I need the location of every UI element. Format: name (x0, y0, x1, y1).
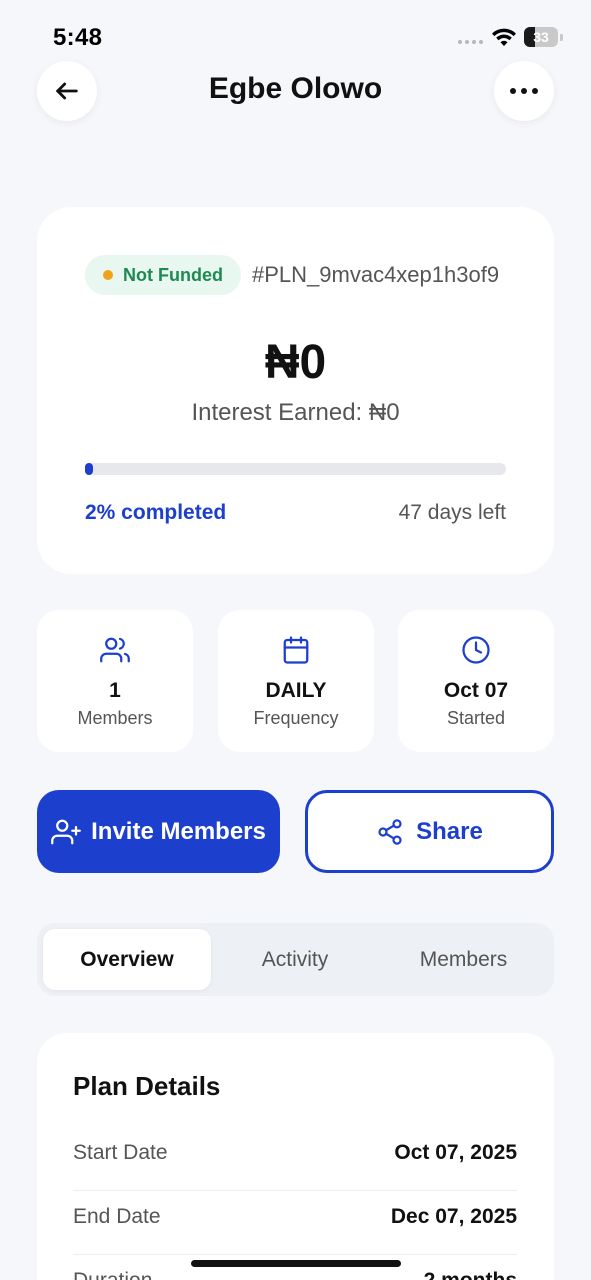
signal-icon (458, 40, 486, 46)
user-plus-icon (51, 819, 81, 844)
stat-card-started: Oct 07 Started (398, 610, 554, 752)
stat-label: Members (77, 708, 153, 728)
detail-row-end-date: End Date Dec 07, 2025 (73, 1191, 517, 1255)
detail-value: Dec 07, 2025 (390, 1205, 517, 1228)
share-icon (378, 818, 402, 845)
detail-label: End Date (73, 1205, 161, 1228)
detail-row-duration: Duration 2 months (73, 1255, 517, 1280)
progress-label: 2% completed (85, 501, 227, 524)
share-label: Share (416, 817, 483, 845)
share-button[interactable]: Share (305, 790, 554, 873)
battery-icon: 33 (524, 27, 564, 47)
detail-value: Oct 07, 2025 (394, 1141, 517, 1164)
more-horizontal-icon (510, 88, 538, 94)
stat-card-frequency: DAILY Frequency (218, 610, 374, 752)
home-indicator[interactable] (191, 1260, 401, 1267)
detail-row-start-date: Start Date Oct 07, 2025 (73, 1127, 517, 1191)
stat-label: Frequency (253, 708, 339, 728)
tab-bar: Overview Activity Members (37, 923, 554, 996)
detail-label: Start Date (73, 1141, 168, 1164)
balance-card: Not Funded #PLN_9mvac4xep1h3of9 ₦0 Inter… (37, 207, 554, 574)
tab-overview[interactable]: Overview (43, 929, 211, 990)
interest-earned: Interest Earned: ₦0 (191, 399, 400, 426)
stat-value: 1 (109, 679, 121, 702)
plan-details-card: Plan Details Start Date Oct 07, 2025 End… (37, 1033, 554, 1280)
balance-amount: ₦0 (264, 336, 327, 389)
wifi-icon (492, 28, 516, 46)
battery-percent: 33 (533, 29, 549, 45)
stat-label: Started (446, 708, 506, 728)
status-bar: 5:48 33 (0, 0, 591, 60)
status-text: Not Funded (123, 264, 223, 285)
clock-icon (462, 636, 490, 664)
tab-activity[interactable]: Activity (211, 929, 379, 990)
more-options-button[interactable] (494, 61, 554, 121)
invite-members-label: Invite Members (91, 817, 266, 845)
stat-value: DAILY (265, 679, 327, 702)
detail-label: Duration (73, 1269, 152, 1280)
status-time: 5:48 (53, 24, 103, 51)
days-left: 47 days left (398, 501, 506, 524)
detail-value: 2 months (424, 1269, 517, 1280)
plan-id: #PLN_9mvac4xep1h3of9 (252, 262, 500, 287)
progress-bar (85, 463, 506, 475)
calendar-icon (283, 636, 309, 664)
stat-card-members: 1 Members (37, 610, 193, 752)
status-badge: Not Funded (85, 255, 241, 295)
tab-members[interactable]: Members (379, 929, 548, 990)
stat-value: Oct 07 (443, 679, 509, 702)
invite-members-button[interactable]: Invite Members (37, 790, 280, 873)
plan-details-title: Plan Details (73, 1071, 221, 1101)
users-icon (100, 637, 130, 663)
status-dot (103, 270, 113, 280)
progress-fill (85, 463, 94, 475)
